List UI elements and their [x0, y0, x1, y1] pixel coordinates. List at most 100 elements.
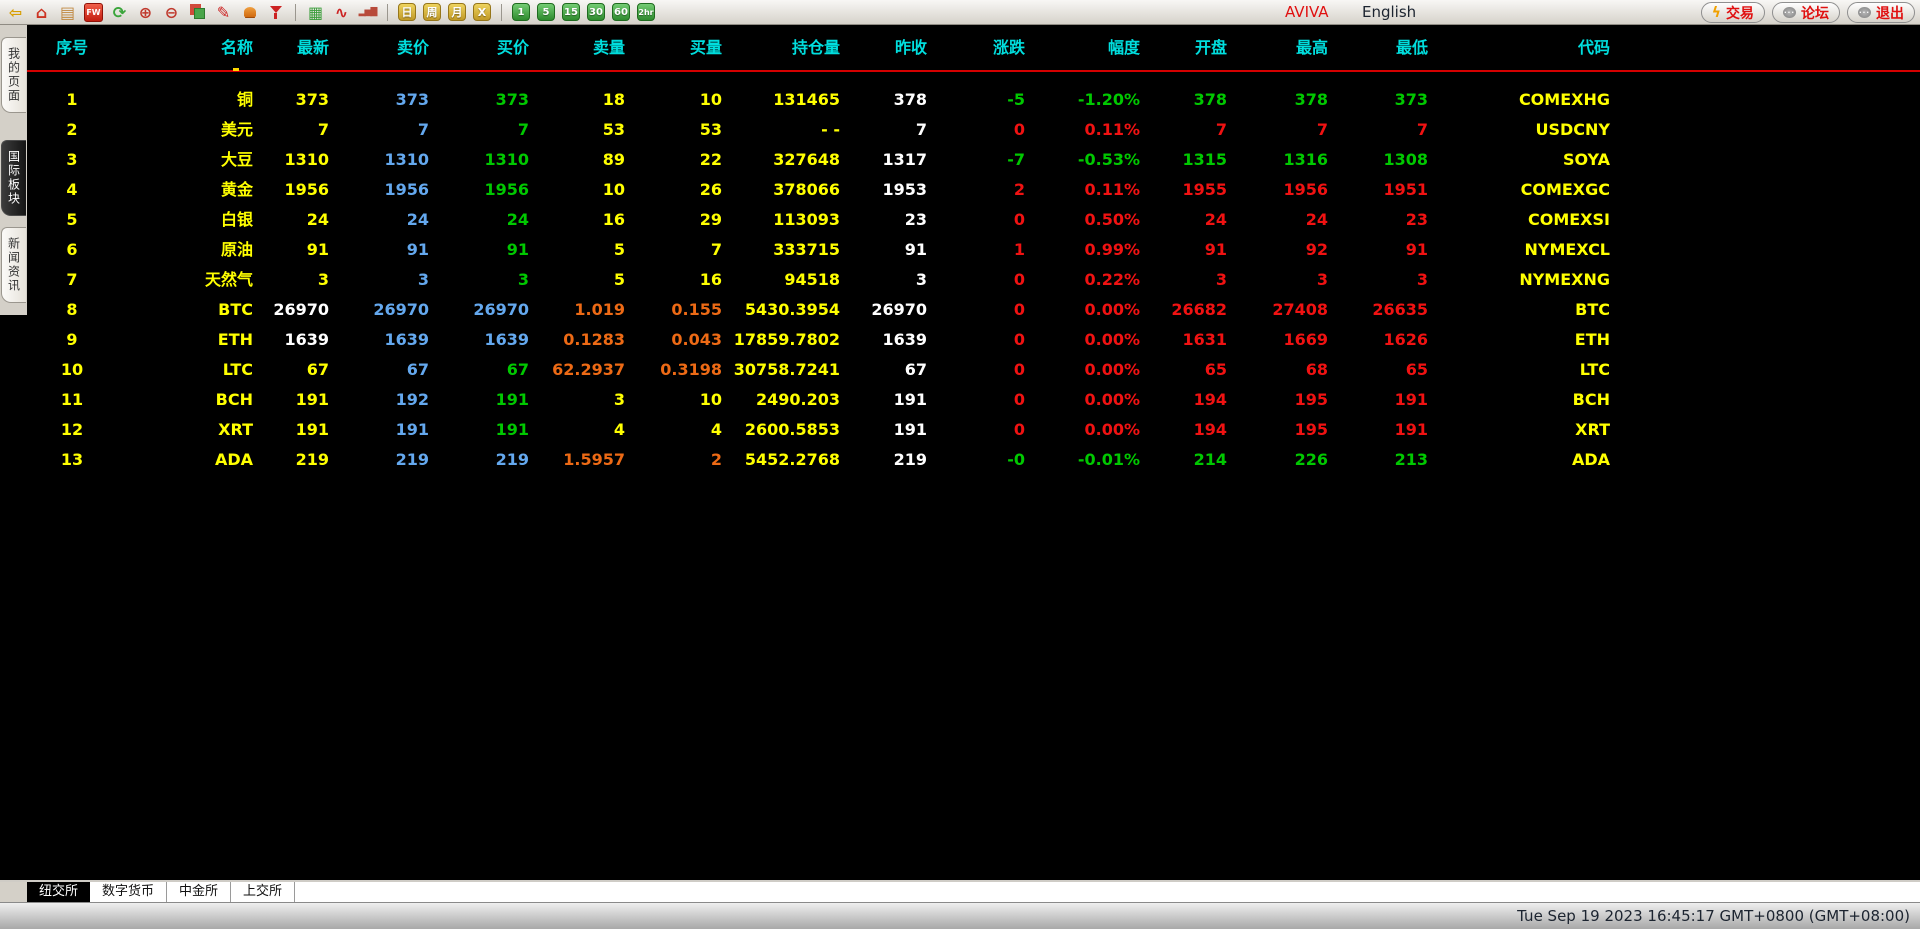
column-header-ask-vol[interactable]: 卖量: [529, 25, 625, 70]
exchange-tab-cffex[interactable]: 中金所: [167, 882, 231, 902]
cell-open-interest: 5452.2768: [722, 445, 840, 475]
table-row[interactable]: 11BCH1911921913102490.20319100.00%194195…: [27, 385, 1920, 415]
fw-calendar-icon[interactable]: FW: [84, 3, 103, 22]
cell-bid-vol: 22: [625, 145, 722, 175]
tab-strip-spacer: [0, 882, 27, 902]
cell-low: 1626: [1328, 325, 1428, 355]
app-window: ⇦⌂▤FW⟳⊕⊖✎▦∿▂▅▇日周月X151530602hr AVIVA Engl…: [0, 0, 1920, 929]
cell-prev-close: 191: [840, 415, 927, 445]
cell-change: -5: [927, 85, 1025, 115]
interval-15-button[interactable]: 15: [562, 3, 580, 21]
table-row[interactable]: 6原油919191573337159110.99%919291NYMEXCL: [27, 235, 1920, 265]
sidebar-tab-international[interactable]: 国际板块: [1, 140, 26, 216]
sidebar-tab-news[interactable]: 新闻资讯: [1, 227, 26, 303]
sidebar-tab-my-page[interactable]: 我的页面: [1, 37, 26, 113]
zoom-in-icon[interactable]: ⊕: [136, 3, 155, 22]
cell-high: 68: [1227, 355, 1328, 385]
column-header-high[interactable]: 最高: [1227, 25, 1328, 70]
column-header-open-interest[interactable]: 持仓量: [722, 25, 840, 70]
column-header-ask[interactable]: 卖价: [329, 25, 429, 70]
table-row[interactable]: 13ADA2192192191.595725452.2768219-0-0.01…: [27, 445, 1920, 475]
table-row[interactable]: 3大豆13101310131089223276481317-7-0.53%131…: [27, 145, 1920, 175]
bar-chart-icon[interactable]: ▂▅▇: [358, 3, 377, 22]
notes-icon[interactable]: ▤: [58, 3, 77, 22]
period-week-button[interactable]: 周: [423, 3, 441, 21]
column-header-seq[interactable]: 序号: [27, 25, 117, 70]
table-row[interactable]: 4黄金1956195619561026378066195320.11%19551…: [27, 175, 1920, 205]
line-chart-icon[interactable]: ∿: [332, 3, 351, 22]
cell-ask-vol: 16: [529, 205, 625, 235]
table-view-icon[interactable]: ▦: [306, 3, 325, 22]
column-header-change[interactable]: 涨跌: [927, 25, 1025, 70]
period-month-button[interactable]: 月: [448, 3, 466, 21]
cell-name: 大豆: [117, 145, 253, 175]
cell-high: 1956: [1227, 175, 1328, 205]
interval-5-button[interactable]: 5: [537, 3, 555, 21]
cell-low: 3: [1328, 265, 1428, 295]
trade-button[interactable]: ϟ交易: [1701, 2, 1765, 23]
cell-prev-close: 378: [840, 85, 927, 115]
cell-ask-vol: 4: [529, 415, 625, 445]
column-header-name[interactable]: 名称: [117, 25, 253, 70]
column-header-change-pct[interactable]: 幅度: [1025, 25, 1140, 70]
column-header-last[interactable]: 最新: [253, 25, 329, 70]
column-header-bid-vol[interactable]: 买量: [625, 25, 722, 70]
cell-open-interest: 30758.7241: [722, 355, 840, 385]
interval-1-button[interactable]: 1: [512, 3, 530, 21]
interval-2hr-button[interactable]: 2hr: [637, 3, 655, 21]
interval-60-button[interactable]: 60: [612, 3, 630, 21]
table-row[interactable]: 12XRT191191191442600.585319100.00%194195…: [27, 415, 1920, 445]
period-x-button[interactable]: X: [473, 3, 491, 21]
cell-low: 7: [1328, 115, 1428, 145]
clock-text: Tue Sep 19 2023 16:45:17 GMT+0800 (GMT+0…: [1517, 907, 1910, 925]
cell-ask-vol: 3: [529, 385, 625, 415]
period-day-button[interactable]: 日: [398, 3, 416, 21]
cell-bid-vol: 0.043: [625, 325, 722, 355]
table-row[interactable]: 2美元7775353- -700.11%777USDCNY: [27, 115, 1920, 145]
table-row[interactable]: 5白银24242416291130932300.50%242423COMEXSI: [27, 205, 1920, 235]
column-header-open[interactable]: 开盘: [1140, 25, 1227, 70]
refresh-icon[interactable]: ⟳: [110, 3, 129, 22]
language-switcher[interactable]: English: [1362, 3, 1416, 21]
table-row[interactable]: 10LTC67676762.29370.319830758.72416700.0…: [27, 355, 1920, 385]
zoom-out-icon[interactable]: ⊖: [162, 3, 181, 22]
cell-change-pct: 0.11%: [1025, 175, 1140, 205]
cell-open-interest: 5430.3954: [722, 295, 840, 325]
cell-change: 0: [927, 355, 1025, 385]
cell-open: 1315: [1140, 145, 1227, 175]
filter-funnel-icon[interactable]: [266, 3, 285, 22]
cell-last: 219: [253, 445, 329, 475]
column-header-prev-close[interactable]: 昨收: [840, 25, 927, 70]
cell-name: 白银: [117, 205, 253, 235]
cell-name: 原油: [117, 235, 253, 265]
cell-bid: 373: [429, 85, 529, 115]
cell-ask: 219: [329, 445, 429, 475]
table-row[interactable]: 7天然气33351694518300.22%333NYMEXNG: [27, 265, 1920, 295]
column-header-code[interactable]: 代码: [1428, 25, 1610, 70]
interval-30-button[interactable]: 30: [587, 3, 605, 21]
table-row[interactable]: 9ETH1639163916390.12830.04317859.7802163…: [27, 325, 1920, 355]
cell-high: 3: [1227, 265, 1328, 295]
forum-button[interactable]: ···论坛: [1772, 2, 1840, 23]
column-header-bid[interactable]: 买价: [429, 25, 529, 70]
exit-button[interactable]: ···退出: [1847, 2, 1915, 23]
layers-icon[interactable]: [188, 3, 207, 22]
status-bar: Tue Sep 19 2023 16:45:17 GMT+0800 (GMT+0…: [0, 902, 1920, 929]
edit-pencil-icon[interactable]: ✎: [214, 3, 233, 22]
back-icon[interactable]: ⇦: [6, 3, 25, 22]
cell-open: 24: [1140, 205, 1227, 235]
table-row[interactable]: 8BTC2697026970269701.0190.1555430.395426…: [27, 295, 1920, 325]
bell-icon[interactable]: [240, 3, 259, 22]
column-header-low[interactable]: 最低: [1328, 25, 1428, 70]
table-row[interactable]: 1铜3733733731810131465378-5-1.20%37837837…: [27, 85, 1920, 115]
exchange-tab-sse[interactable]: 上交所: [231, 882, 295, 902]
cell-name: BCH: [117, 385, 253, 415]
home-icon[interactable]: ⌂: [32, 3, 51, 22]
cell-bid: 191: [429, 385, 529, 415]
cell-code: COMEXHG: [1428, 85, 1610, 115]
cell-bid: 91: [429, 235, 529, 265]
cell-change: 0: [927, 205, 1025, 235]
cell-bid-vol: 7: [625, 235, 722, 265]
exchange-tab-crypto[interactable]: 数字货币: [90, 882, 167, 902]
exchange-tab-nyse[interactable]: 纽交所: [27, 882, 90, 902]
